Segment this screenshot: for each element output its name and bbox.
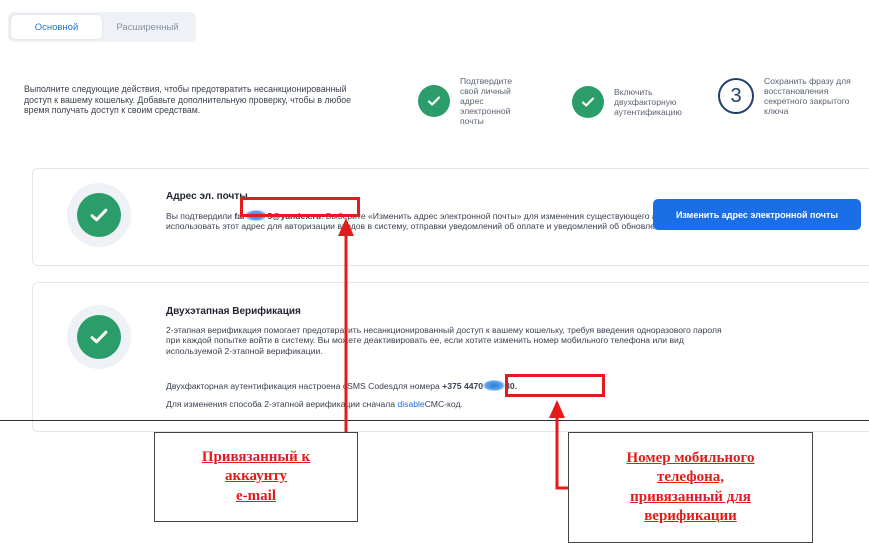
email-callout: Привязанный к аккаунту e-mail [154, 432, 358, 522]
phone-callout: Номер мобильного телефона, привязанный д… [568, 432, 813, 543]
